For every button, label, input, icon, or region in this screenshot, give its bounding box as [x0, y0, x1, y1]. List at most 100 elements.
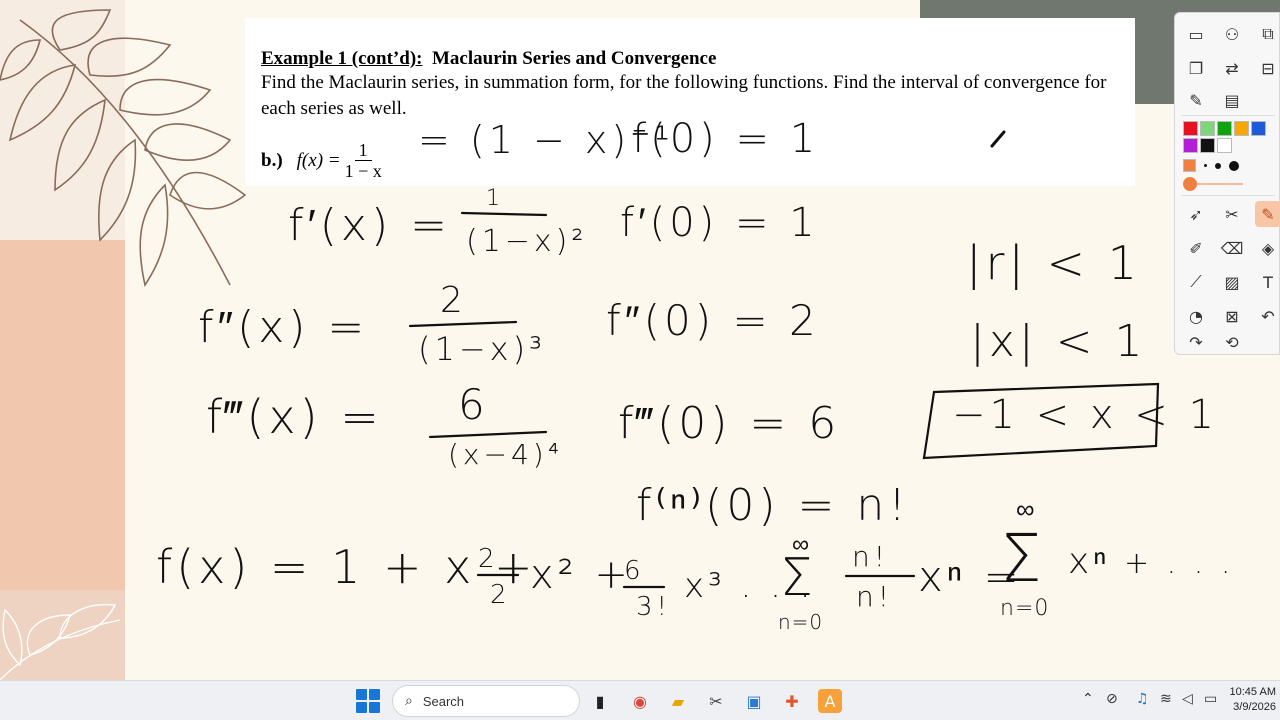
layer-icon[interactable]: ⊟: [1255, 55, 1280, 81]
tools-icon[interactable]: ✂: [1219, 201, 1245, 227]
pen-size-medium[interactable]: [1215, 162, 1221, 169]
function-denominator: 1 − x: [344, 161, 382, 181]
comment-icon[interactable]: ✎: [1183, 87, 1209, 113]
line-tool-icon[interactable]: ⟋: [1183, 269, 1209, 295]
hw-r-condition: |r| < 1: [966, 236, 1141, 290]
hw-sum1-lower: n=0: [778, 610, 824, 634]
pen-size-small[interactable]: [1204, 164, 1207, 167]
image-icon[interactable]: ▤: [1219, 87, 1245, 113]
color-swatch-light-green[interactable]: [1200, 121, 1215, 136]
example-title-topic: Maclaurin Series and Convergence: [431, 48, 717, 69]
custom-color-icon[interactable]: [1183, 159, 1196, 172]
pen-size-large[interactable]: [1229, 160, 1239, 171]
hw-f1x-num: 1: [486, 186, 504, 211]
color-swatch-black[interactable]: [1200, 138, 1215, 153]
color-swatch-purple[interactable]: [1183, 138, 1198, 153]
hw-sum1-num: n!: [852, 540, 889, 573]
color-palette: [1183, 121, 1279, 153]
clear-page-icon[interactable]: ⟲: [1219, 329, 1245, 355]
hw-sum2-var: xⁿ: [1068, 541, 1111, 582]
hw-f2x-num: 2: [440, 280, 467, 321]
slider-thumb[interactable]: [1183, 177, 1197, 191]
hw-term2-num: 2: [478, 544, 499, 574]
function-fraction: 1 1 − x: [345, 140, 382, 181]
hw-tail: + . . .: [1124, 546, 1235, 581]
text-tool-icon[interactable]: T: [1255, 269, 1280, 295]
eraser-icon[interactable]: ⌫: [1219, 235, 1245, 261]
toolbar-divider: [1181, 115, 1275, 116]
annotation-toolbar: ▭ ⚇ ⧉ ❐ ⇄ ⊟ ✎ ▤ ➶ ✂ ✎ ✐ ⌫ ◈ ⟋ ▨ T ◔ ⊠ ↶ …: [1174, 12, 1280, 355]
hw-f1x-den: (1−x)²: [466, 224, 588, 259]
hw-f30: f‴(0) = 6: [618, 398, 841, 449]
puzzle-app-icon[interactable]: ✚: [780, 689, 804, 713]
file-export-icon[interactable]: ⇄: [1219, 55, 1245, 81]
screen-share-icon[interactable]: ⧉: [1255, 21, 1280, 47]
hw-term2-den: 2: [490, 580, 511, 610]
battery-icon[interactable]: ▭: [1204, 691, 1217, 707]
function-numerator: 1: [354, 140, 372, 161]
insert-image-icon[interactable]: ▨: [1219, 269, 1245, 295]
windows-start-icon[interactable]: [356, 689, 380, 713]
hw-term3-den: 3!: [636, 592, 671, 622]
color-swatch-white[interactable]: [1217, 138, 1232, 153]
hw-f3x-lhs: f‴(x) =: [206, 390, 383, 444]
system-clock[interactable]: 10:45 AM 3/9/2026: [1226, 685, 1280, 715]
part-b-label: b.): [261, 149, 283, 171]
hw-sum2-lower: n=0: [1000, 596, 1050, 621]
select-cursor-icon[interactable]: ➶: [1183, 201, 1209, 227]
search-icon: ⌕: [405, 693, 413, 709]
color-swatch-orange[interactable]: [1234, 121, 1249, 136]
color-swatch-blue[interactable]: [1251, 121, 1266, 136]
highlighter-icon[interactable]: ✐: [1183, 235, 1209, 261]
example-instructions: Find the Maclaurin series, in summation …: [261, 72, 1107, 119]
switch-user-icon[interactable]: ⚇: [1219, 21, 1245, 47]
redo-icon[interactable]: ↷: [1183, 329, 1209, 355]
example-title-label: Example 1 (cont’d):: [261, 48, 423, 69]
hw-f0: f(0) = 1: [632, 116, 820, 162]
show-hidden-icons-icon[interactable]: ⌃: [1082, 691, 1094, 707]
window-icon[interactable]: ▭: [1183, 21, 1209, 47]
fill-bucket-icon[interactable]: ◈: [1255, 235, 1280, 261]
hw-f20: f″(0) = 2: [606, 296, 820, 345]
part-b: b.) f(x) = 1 1 − x: [261, 140, 382, 181]
hw-f2x-den: (1−x)³: [418, 330, 546, 368]
chrome-icon[interactable]: ◉: [628, 689, 652, 713]
hw-term2-var: x² +: [530, 552, 632, 598]
hw-sum1-sigma: Σ: [780, 548, 813, 608]
opacity-slider[interactable]: [1183, 176, 1243, 192]
pen-size-options: [1183, 159, 1239, 172]
clock-time: 10:45 AM: [1229, 686, 1276, 698]
taskbar: ⌕ Search ▮ ◉ ▰ ✂ ▣ ✚ A ⌃ ⊘ ♫ ≋ ◁ ▭ 10:45…: [0, 680, 1280, 720]
snipping-tool-icon[interactable]: ✂: [704, 689, 728, 713]
example-title: Example 1 (cont’d): Maclaurin Series and…: [261, 48, 1135, 70]
network-off-icon[interactable]: ⊘: [1106, 691, 1118, 707]
screen-capture-icon[interactable]: ▣: [742, 689, 766, 713]
hw-fn0: f⁽ⁿ⁾(0) = n!: [636, 480, 910, 531]
color-swatch-red[interactable]: [1183, 121, 1198, 136]
color-swatch-green[interactable]: [1217, 121, 1232, 136]
volume-icon[interactable]: ◁: [1182, 691, 1193, 707]
search-placeholder: Search: [422, 693, 465, 709]
delete-page-icon[interactable]: ⊠: [1219, 303, 1245, 329]
hw-f3x-den: (x−4)⁴: [448, 438, 563, 471]
hw-term3-num: 6: [624, 556, 645, 586]
clock-date: 3/9/2026: [1233, 701, 1276, 713]
task-view-icon[interactable]: ▮: [588, 689, 612, 713]
hw-interval: −1 < x < 1: [952, 392, 1218, 438]
taskbar-search[interactable]: ⌕ Search: [392, 685, 580, 717]
shapes-icon[interactable]: ◔: [1183, 303, 1209, 329]
hw-f3x-num: 6: [458, 380, 489, 429]
annotation-app-icon[interactable]: A: [818, 689, 842, 713]
hw-f10: f′(0) = 1: [620, 200, 819, 246]
wifi-icon[interactable]: ≋: [1160, 691, 1172, 707]
microphone-icon[interactable]: ♫: [1136, 691, 1149, 707]
hw-f2x-lhs: f″(x) =: [198, 302, 369, 353]
undo-icon[interactable]: ↶: [1255, 303, 1280, 329]
leaf-decoration-bottom: [0, 603, 121, 680]
pen-icon[interactable]: ✎: [1255, 201, 1280, 227]
hw-sum2-sigma: Σ: [1000, 520, 1042, 597]
hw-sum1-den: n!: [856, 580, 893, 613]
hw-f1x-lhs: f′(x) =: [288, 200, 451, 251]
file-explorer-icon[interactable]: ▰: [666, 689, 690, 713]
copy-icon[interactable]: ❐: [1183, 55, 1209, 81]
